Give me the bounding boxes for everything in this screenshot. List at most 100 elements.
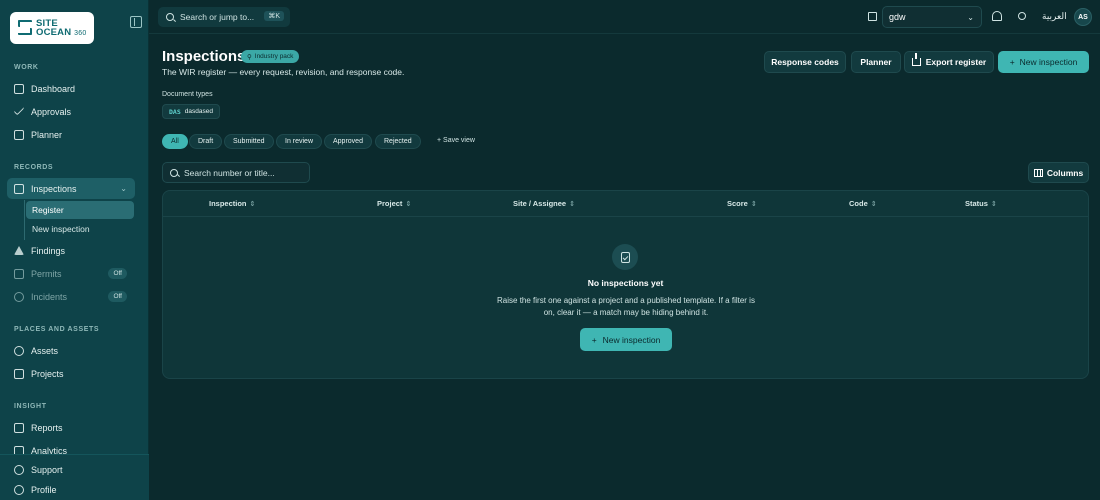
industry-pack-badge: ⚲ Industry pack (241, 50, 300, 63)
sidebar-item-planner[interactable]: Planner (7, 124, 135, 145)
planner-button[interactable]: Planner (851, 51, 901, 73)
section-label-work: WORK (14, 64, 39, 71)
response-codes-button[interactable]: Response codes (764, 51, 846, 73)
sidebar-item-approvals[interactable]: Approvals (7, 101, 135, 122)
column-header-code[interactable]: Code ⇕ (849, 199, 877, 208)
clipboard-icon (14, 183, 24, 194)
sidebar-item-label: Dashboard (31, 83, 76, 94)
global-search-input[interactable]: Search or jump to... ⌘K (158, 7, 290, 27)
document-types-label: Document types (162, 91, 213, 98)
organization-value: gdw (889, 12, 906, 22)
sidebar-item-label: Support (31, 464, 63, 475)
filter-chip-all[interactable]: All (162, 134, 188, 149)
top-bar: Search or jump to... ⌘K gdw ⌄ العربية AS (149, 0, 1100, 34)
sidebar-item-projects[interactable]: Projects (7, 363, 135, 384)
filter-chip-submitted[interactable]: Submitted (224, 134, 274, 149)
sidebar-item-label: Approvals (31, 106, 72, 117)
sort-icon: ⇕ (249, 201, 256, 208)
bell-icon[interactable] (992, 11, 1002, 21)
page-subtitle: The WIR register — every request, revisi… (162, 67, 405, 77)
theme-toggle-icon[interactable] (1018, 12, 1026, 20)
button-label: Response codes (771, 57, 839, 67)
language-switch[interactable]: العربية (1042, 11, 1067, 22)
column-header-inspection[interactable]: Inspection ⇕ (209, 199, 255, 208)
off-badge: Off (108, 291, 127, 302)
columns-button[interactable]: Columns (1028, 162, 1089, 183)
sidebar-item-incidents[interactable]: Incidents Off (7, 286, 135, 307)
sidebar-subitem-register[interactable]: Register (26, 201, 134, 219)
sidebar-item-label: Inspections (31, 183, 77, 194)
industry-pack-label: Industry pack (254, 53, 294, 60)
button-label: Export register (925, 57, 987, 67)
button-label: Columns (1046, 167, 1084, 178)
sidebar-subitem-new-inspection[interactable]: New inspection (26, 220, 134, 238)
section-label-records: RECORDS (14, 164, 54, 171)
incident-icon (14, 291, 24, 302)
sidebar-item-assets[interactable]: Assets (7, 340, 135, 361)
button-label: New inspection (1019, 57, 1078, 67)
site-ocean-logo[interactable]: SITE OCEAN 360 (10, 12, 94, 44)
sort-icon: ⇕ (990, 201, 997, 208)
sidebar-item-label: Findings (31, 245, 66, 256)
page-title: Inspections (162, 48, 246, 65)
sidebar-item-label: Reports (31, 422, 63, 433)
chevron-down-icon: ⌄ (120, 184, 127, 193)
plus-icon: + (1009, 57, 1015, 67)
sidebar-item-label: Assets (31, 345, 59, 356)
sidebar: SITE OCEAN 360 WORK Dashboard Approvals … (0, 0, 149, 500)
sort-icon: ⇕ (569, 201, 575, 208)
collapse-sidebar-icon[interactable] (130, 16, 142, 28)
profile-icon (14, 484, 24, 495)
filter-chip-approved[interactable]: Approved (324, 134, 372, 149)
sidebar-item-findings[interactable]: Findings (7, 240, 135, 261)
column-header-status[interactable]: Status ⇕ (965, 199, 997, 208)
folder-icon (14, 368, 24, 379)
organization-select[interactable]: gdw ⌄ (882, 6, 982, 28)
dashboard-icon (14, 83, 24, 94)
sidebar-item-label: Permits (31, 268, 62, 279)
new-inspection-button[interactable]: + New inspection (998, 51, 1089, 73)
calendar-icon (14, 129, 24, 140)
filter-chip-draft[interactable]: Draft (189, 134, 223, 149)
empty-state-title: No inspections yet (587, 278, 664, 288)
sidebar-item-label: Planner (31, 129, 63, 140)
table-search-input[interactable]: Search number or title... (162, 162, 310, 183)
permit-icon (14, 268, 24, 279)
export-register-button[interactable]: Export register (904, 51, 994, 73)
column-header-site-assignee[interactable]: Site / Assignee ⇕ (513, 199, 575, 208)
sort-icon: ⇕ (750, 201, 757, 208)
sidebar-item-dashboard[interactable]: Dashboard (7, 78, 135, 99)
clipboard-check-icon (612, 244, 638, 270)
button-label: New inspection (602, 334, 661, 345)
document-type-chip[interactable]: DAS dasdased (162, 104, 220, 119)
filter-chip-rejected[interactable]: Rejected (375, 134, 421, 149)
chevron-down-icon: ⌄ (967, 12, 974, 22)
off-badge: Off (108, 268, 127, 279)
sidebar-item-support[interactable]: Support (7, 459, 135, 480)
submenu-line (24, 200, 25, 240)
logo-num: 360 (74, 29, 87, 37)
section-label-insight: INSIGHT (14, 403, 47, 410)
empty-state-description: Raise the first one against a project an… (497, 296, 755, 317)
sidebar-item-label: Profile (31, 484, 57, 495)
warning-icon (14, 246, 24, 255)
column-header-project[interactable]: Project ⇕ (377, 199, 411, 208)
reports-icon (14, 422, 24, 433)
column-header-score[interactable]: Score ⇕ (727, 199, 757, 208)
sidebar-item-reports[interactable]: Reports (7, 417, 135, 438)
sidebar-item-permits[interactable]: Permits Off (7, 263, 135, 284)
avatar[interactable]: AS (1074, 8, 1092, 26)
save-view-button[interactable]: + Save view (437, 137, 475, 144)
button-label: Planner (860, 57, 892, 67)
empty-new-inspection-button[interactable]: + New inspection (580, 328, 672, 351)
sort-icon: ⇕ (405, 201, 412, 208)
sidebar-item-inspections[interactable]: Inspections ⌄ (7, 178, 135, 199)
link-icon: ⚲ (247, 53, 252, 61)
assets-icon (14, 345, 24, 356)
document-type-name: dasdased (184, 108, 213, 115)
filter-chip-in-review[interactable]: In review (276, 134, 323, 149)
sidebar-item-profile[interactable]: Profile (7, 479, 135, 500)
table-header: Inspection ⇕ Project ⇕ Site / Assignee ⇕ Sc… (163, 191, 1088, 217)
search-shortcut: ⌘K (264, 11, 284, 21)
search-placeholder: Search or jump to... (180, 12, 255, 22)
